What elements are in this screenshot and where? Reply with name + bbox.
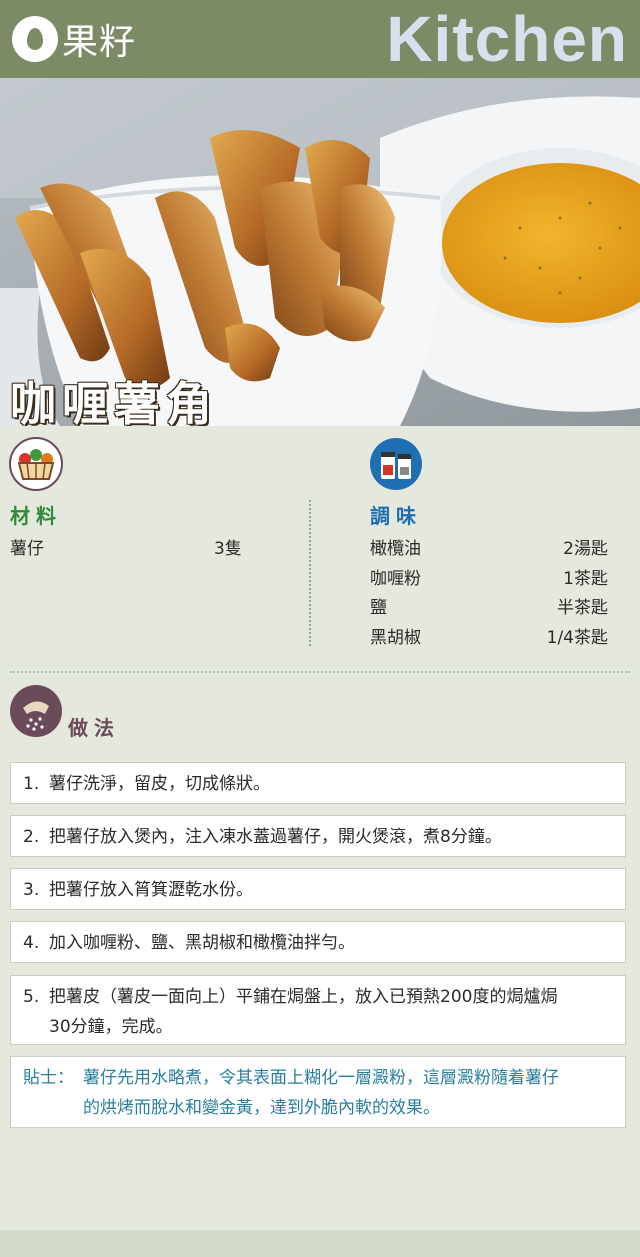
method-step: 4. 加入咖喱粉、鹽、黑胡椒和橄欖油拌勻。 (10, 921, 626, 963)
brand-title: Kitchen (386, 3, 628, 75)
ingredient-name: 薯仔 (10, 539, 44, 559)
seasoning-name: 咖喱粉 (370, 569, 421, 589)
step-text-continued: 30分鐘，完成。 (49, 1017, 173, 1037)
method-step: 3. 把薯仔放入筲箕瀝乾水份。 (10, 868, 626, 910)
footer-bar (0, 1230, 640, 1257)
seasoning-name: 鹽 (370, 598, 387, 618)
step-text: 把薯皮（薯皮一面向上）平鋪在焗盤上，放入已預熱200度的焗爐焗 (49, 987, 558, 1007)
seasoning-name: 橄欖油 (370, 539, 421, 559)
step-text: 薯仔洗淨，留皮，切成條狀。 (49, 774, 270, 794)
step-text: 把薯仔放入筲箕瀝乾水份。 (49, 880, 253, 900)
step-number: 4. (23, 933, 40, 953)
vegetable-basket-icon (9, 437, 63, 491)
seasoning-name: 黑胡椒 (370, 628, 421, 648)
method-step: 5. 把薯皮（薯皮一面向上）平鋪在焗盤上，放入已預熱200度的焗爐焗 30分鐘，完… (10, 975, 626, 1045)
step-number: 3. (23, 880, 40, 900)
spice-jars-icon (369, 437, 423, 491)
method-step: 1. 薯仔洗淨，留皮，切成條狀。 (10, 762, 626, 804)
logo-text: 果籽 (62, 22, 137, 63)
logo[interactable]: 果籽 (12, 12, 136, 66)
ingredient-qty: 3隻 (214, 539, 242, 559)
step-text: 把薯仔放入煲內，注入凍水蓋過薯仔，開火煲滾，煮8分鐘。 (49, 827, 502, 847)
seasoning-qty: 1/4茶匙 (546, 628, 608, 648)
step-text: 加入咖喱粉、鹽、黑胡椒和橄欖油拌勻。 (49, 933, 355, 953)
tip-box: 貼士： 薯仔先用水略煮，令其表面上糊化一層澱粉，這層澱粉隨着薯仔 的烘烤而脫水和… (10, 1056, 626, 1128)
seasoning-qty: 2湯匙 (563, 539, 608, 559)
dish-photo: 咖喱薯角 (0, 78, 640, 426)
method-step: 2. 把薯仔放入煲內，注入凍水蓋過薯仔，開火煲滾，煮8分鐘。 (10, 815, 626, 857)
seasoning-qty: 半茶匙 (557, 598, 608, 618)
tip-line: 的烘烤而脫水和變金黃，達到外脆內軟的效果。 (83, 1098, 440, 1118)
tip-line: 薯仔先用水略煮，令其表面上糊化一層澱粉，這層澱粉隨着薯仔 (83, 1068, 559, 1088)
step-number: 2. (23, 827, 40, 847)
step-number: 1. (23, 774, 40, 794)
tip-label: 貼士： (23, 1068, 74, 1088)
seasoning-heading: 調味 (370, 504, 422, 528)
logo-mark-icon (12, 16, 58, 62)
step-number: 5. (23, 987, 40, 1007)
seasoning-shaker-icon (9, 684, 63, 738)
tip-text: 薯仔先用水略煮，令其表面上糊化一層澱粉，這層澱粉隨着薯仔 的烘烤而脫水和變金黃，… (83, 1063, 621, 1123)
header-bar: 果籽 Kitchen (0, 0, 640, 78)
section-divider (10, 671, 630, 673)
method-heading: 做法 (68, 716, 120, 740)
seasoning-qty: 1茶匙 (563, 569, 608, 589)
ingredients-heading: 材料 (10, 504, 62, 528)
column-divider (309, 500, 311, 646)
dish-title: 咖喱薯角 (10, 377, 218, 426)
